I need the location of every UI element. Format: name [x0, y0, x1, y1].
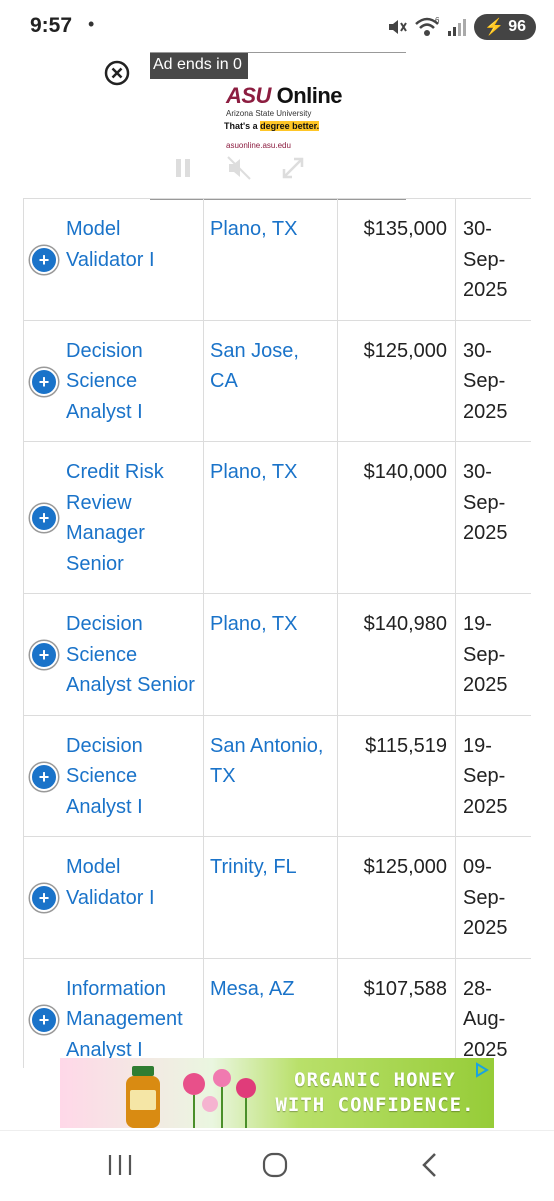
- job-row: + Decision Science Analyst I San Antonio, …: [23, 714, 531, 837]
- system-nav-bar: [0, 1130, 554, 1201]
- job-row: + Decision Science Analyst Senior Plano, T…: [23, 593, 531, 716]
- jobs-table: + Model Validator I Plano, TX $135,000 30-Se…: [23, 198, 531, 1068]
- ad-choices-icon[interactable]: [474, 1062, 490, 1078]
- battery-charging-icon: ⚡: [484, 19, 505, 36]
- back-icon[interactable]: [410, 1149, 450, 1181]
- job-location-link[interactable]: Mesa, AZ: [203, 957, 338, 1068]
- job-date: 30-Sep-2025: [455, 441, 531, 594]
- expand-row-icon[interactable]: +: [30, 246, 58, 274]
- job-row: + Model Validator I Plano, TX $135,000 30-Se…: [23, 198, 531, 321]
- job-date: 09-Sep-2025: [455, 836, 531, 959]
- status-bar: 9:57 • 6 ⚡ 96: [0, 0, 554, 52]
- close-ad-icon[interactable]: [104, 60, 130, 86]
- job-salary: $140,000: [337, 441, 456, 594]
- job-salary: $140,980: [337, 593, 456, 716]
- job-title-link[interactable]: Model Validator I: [66, 218, 155, 271]
- asu-tagline: That's a degree better.: [224, 121, 320, 131]
- expand-row-icon[interactable]: +: [30, 367, 58, 396]
- status-time: 9:57: [30, 14, 73, 37]
- home-icon[interactable]: [255, 1149, 295, 1181]
- flowers-icon: [183, 1069, 256, 1128]
- fullscreen-icon[interactable]: [278, 153, 308, 183]
- job-location-link[interactable]: San Jose, CA: [203, 319, 338, 442]
- expand-row-icon[interactable]: +: [30, 641, 58, 669]
- expand-row-icon[interactable]: +: [30, 504, 58, 532]
- job-location-link[interactable]: Trinity, FL: [203, 836, 338, 959]
- job-row: + Decision Science Analyst I San Jose, CA $…: [23, 319, 531, 442]
- svg-text:6: 6: [435, 16, 440, 25]
- job-title-cell: + Model Validator I: [23, 836, 204, 959]
- mute-icon: [389, 20, 408, 34]
- honey-jar-icon: [126, 1066, 160, 1128]
- expand-row-icon[interactable]: +: [30, 762, 58, 791]
- job-title-cell: + Credit Risk Review Manager Senior: [23, 441, 204, 594]
- job-salary: $107,588: [337, 957, 456, 1068]
- job-date: 19-Sep-2025: [455, 714, 531, 837]
- job-title-link[interactable]: Decision Science Analyst I: [66, 340, 143, 423]
- job-row: + Credit Risk Review Manager Senior Plano,…: [23, 441, 531, 594]
- asu-logo: ASU Online: [226, 83, 343, 108]
- mute-video-icon[interactable]: [224, 153, 254, 183]
- job-date: 30-Sep-2025: [455, 198, 531, 321]
- job-salary: $135,000: [337, 198, 456, 321]
- asu-subtitle: Arizona State University: [226, 109, 312, 118]
- job-location-link[interactable]: Plano, TX: [203, 441, 338, 594]
- job-title-cell: + Information Management Analyst I: [23, 957, 204, 1068]
- job-salary: $125,000: [337, 836, 456, 959]
- asu-url: asuonline.asu.edu: [226, 141, 291, 150]
- battery-level: 96: [508, 18, 526, 35]
- wifi-icon: 6: [415, 16, 440, 36]
- status-notification-dot: •: [88, 14, 95, 34]
- expand-row-icon[interactable]: +: [30, 884, 58, 912]
- job-title-link[interactable]: Decision Science Analyst Senior: [66, 613, 195, 696]
- job-salary: $115,519: [337, 714, 456, 837]
- expand-row-icon[interactable]: +: [30, 1005, 58, 1034]
- job-row: + Model Validator I Trinity, FL $125,000 09-…: [23, 836, 531, 959]
- ad-banner-top[interactable]: Ad ends in 0 ASU Online Arizona State Un…: [150, 52, 406, 200]
- honey-ad-text: ORGANIC HONEY WITH CONFIDENCE.: [275, 1069, 475, 1116]
- battery-indicator: ⚡ 96: [474, 14, 536, 40]
- job-salary: $125,000: [337, 319, 456, 442]
- job-date: 19-Sep-2025: [455, 593, 531, 716]
- job-title-link[interactable]: Decision Science Analyst I: [66, 735, 143, 818]
- job-date: 28-Aug-2025: [455, 957, 531, 1068]
- job-title-link[interactable]: Model Validator I: [66, 856, 155, 909]
- pause-icon[interactable]: [168, 153, 198, 183]
- job-title-cell: + Decision Science Analyst I: [23, 319, 204, 442]
- job-title-cell: + Decision Science Analyst I: [23, 714, 204, 837]
- job-title-link[interactable]: Information Management Analyst I: [66, 978, 183, 1061]
- signal-icon: [448, 19, 467, 36]
- job-location-link[interactable]: San Antonio, TX: [203, 714, 338, 837]
- jobs-table-container: + Model Validator I Plano, TX $135,000 30-Se…: [23, 198, 531, 1068]
- job-title-link[interactable]: Credit Risk Review Manager Senior: [66, 461, 164, 575]
- job-title-cell: + Model Validator I: [23, 198, 204, 321]
- ad-countdown: Ad ends in 0: [150, 53, 248, 79]
- job-row: + Information Management Analyst I Mesa, A…: [23, 957, 531, 1068]
- job-date: 30-Sep-2025: [455, 319, 531, 442]
- recents-icon[interactable]: [100, 1149, 140, 1181]
- job-location-link[interactable]: Plano, TX: [203, 593, 338, 716]
- ad-banner-bottom[interactable]: ORGANIC HONEY WITH CONFIDENCE.: [60, 1058, 494, 1128]
- job-location-link[interactable]: Plano, TX: [203, 198, 338, 321]
- job-title-cell: + Decision Science Analyst Senior: [23, 593, 204, 716]
- status-icons: 6 ⚡ 96: [386, 14, 536, 40]
